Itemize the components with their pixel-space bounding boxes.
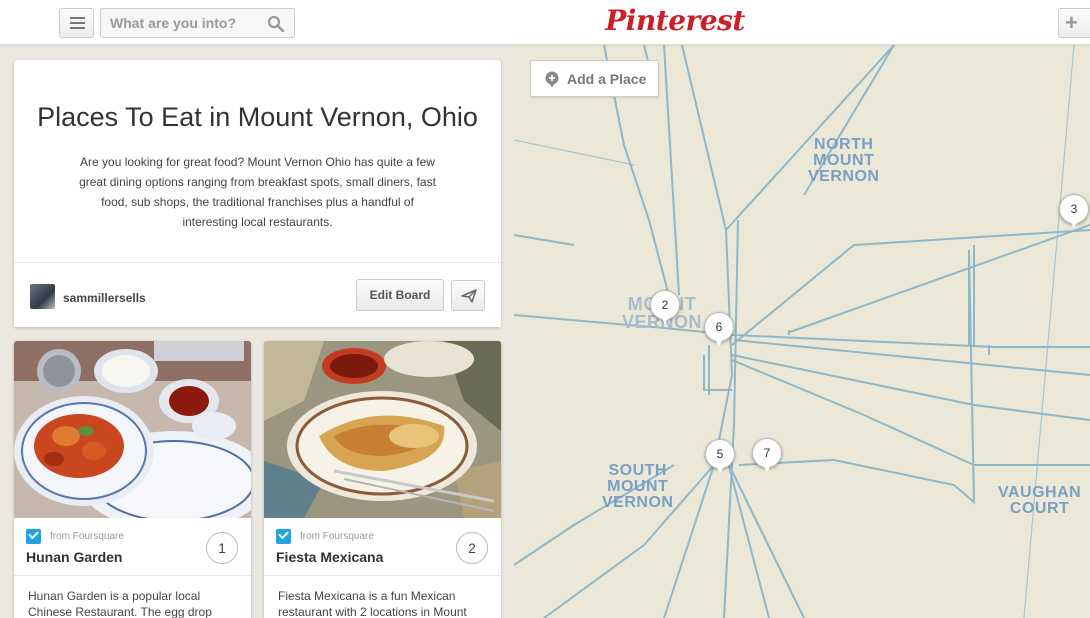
map-label-vaughan-court: VAUGHAN COURT: [998, 484, 1082, 517]
board-title: Places To Eat in Mount Vernon, Ohio: [37, 102, 478, 132]
add-place-label: Add a Place: [567, 71, 647, 87]
pin-image[interactable]: [264, 341, 501, 518]
pin-source-label: from Foursquare: [300, 531, 374, 542]
map-roads: [514, 45, 1090, 618]
board-description: Are you looking for great food? Mount Ve…: [79, 155, 436, 229]
map-label-south-mount-vernon: SOUTH MOUNT VERNON: [602, 462, 674, 511]
search-box: [100, 8, 295, 38]
board-footer: sammillersells Edit Board: [14, 262, 501, 327]
pin-card[interactable]: from Foursquare Fiesta Mexicana 2 Fiesta…: [264, 341, 501, 618]
map-marker[interactable]: 7: [752, 438, 782, 472]
foursquare-icon: [26, 529, 41, 544]
add-place-button[interactable]: Add a Place: [530, 60, 659, 97]
foursquare-icon: [276, 529, 291, 544]
pin-source-label: from Foursquare: [50, 531, 124, 542]
top-nav-bar: Pinterest +: [0, 0, 1090, 45]
search-icon[interactable]: [267, 15, 285, 33]
send-board-button[interactable]: [451, 280, 485, 311]
add-button[interactable]: +: [1058, 8, 1090, 38]
map-marker[interactable]: 2: [650, 290, 680, 324]
board-owner-name[interactable]: sammillersells: [63, 291, 146, 305]
map-label-north-mount-vernon: NORTH MOUNT VERNON: [808, 136, 880, 185]
pin-place-name[interactable]: Hunan Garden: [26, 549, 122, 565]
edit-board-button[interactable]: Edit Board: [356, 279, 444, 311]
search-input[interactable]: [101, 9, 261, 37]
avatar[interactable]: [30, 284, 55, 309]
board-map[interactable]: Add a Place NORTH MOUNT VERNON MOUNT VER…: [514, 45, 1090, 618]
pin-description: Hunan Garden is a popular local Chinese …: [14, 575, 251, 618]
pinterest-logo[interactable]: Pinterest: [545, 4, 805, 37]
pin-image[interactable]: [14, 341, 251, 518]
pin-number-badge: 2: [456, 532, 488, 564]
pin-place-name[interactable]: Fiesta Mexicana: [276, 549, 383, 565]
menu-button[interactable]: [59, 8, 94, 38]
pin-card[interactable]: from Foursquare Hunan Garden 1 Hunan Gar…: [14, 341, 251, 618]
board-info-card: Places To Eat in Mount Vernon, Ohio Are …: [14, 60, 501, 327]
location-pin-icon: [545, 71, 559, 87]
map-marker[interactable]: 3: [1059, 194, 1089, 228]
map-marker[interactable]: 6: [704, 312, 734, 346]
pin-description: Fiesta Mexicana is a fun Mexican restaur…: [264, 575, 501, 618]
pin-number-badge: 1: [206, 532, 238, 564]
send-icon: [461, 289, 477, 303]
plus-icon: +: [1065, 10, 1078, 35]
map-marker[interactable]: 5: [705, 439, 735, 473]
